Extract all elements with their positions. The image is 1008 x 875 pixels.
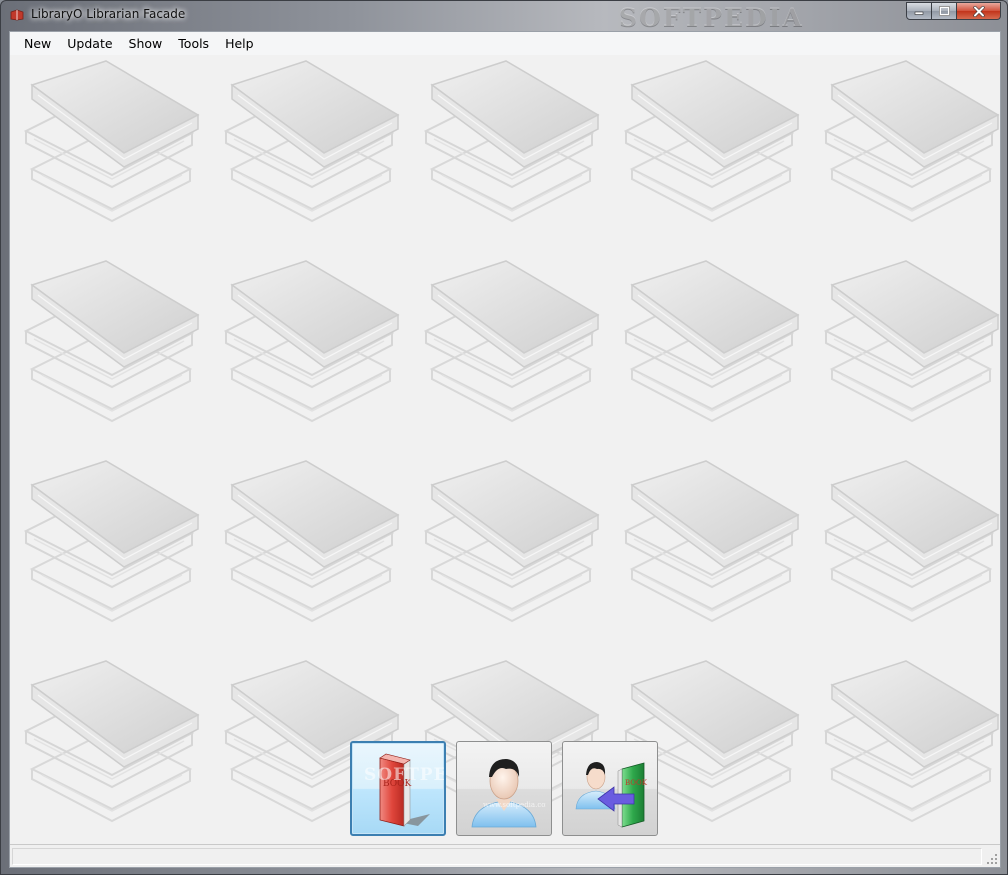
book-stack-icon [222, 59, 404, 225]
members-button[interactable]: www.softpedia.com [456, 741, 552, 836]
book-stack-icon [822, 459, 1000, 625]
user-icon: www.softpedia.com [471, 758, 546, 827]
book-stack-icon [622, 459, 804, 625]
background-pattern [10, 55, 1000, 845]
book-stack-icon [822, 659, 1000, 825]
overlay-watermark: SOFTPEDIA [364, 765, 446, 785]
book-stack-icon [22, 659, 204, 825]
status-bar [10, 844, 1000, 867]
book-stack-icon [22, 259, 204, 425]
return-book-icon: BOOK [575, 761, 648, 828]
close-icon [972, 5, 985, 17]
close-button[interactable] [957, 2, 1001, 20]
book-stack-icon [622, 59, 804, 225]
svg-text:www.softpedia.com: www.softpedia.com [483, 801, 546, 809]
softpedia-watermark: SOFTPEDIA [619, 3, 804, 32]
books-button[interactable]: BOOK SOFTPEDIA [350, 741, 446, 836]
minimize-button[interactable] [906, 2, 932, 20]
menu-show[interactable]: Show [121, 33, 171, 54]
window-controls [906, 2, 1001, 22]
client-area: New Update Show Tools Help BOOK SOFTPE w… [9, 31, 1001, 868]
maximize-button[interactable] [932, 2, 957, 20]
title-bar[interactable]: LibraryO Librarian Facade SOFTPEDIA [1, 1, 1007, 32]
minimize-icon [914, 11, 924, 15]
menu-help[interactable]: Help [217, 33, 262, 54]
book-stack-icon [822, 259, 1000, 425]
book-stack-icon [622, 259, 804, 425]
book-stack-icon [222, 459, 404, 625]
menu-bar: New Update Show Tools Help [10, 32, 1000, 55]
book-stack-icon [422, 59, 604, 225]
maximize-icon [938, 6, 950, 16]
book-stack-icon [222, 259, 404, 425]
status-panel [12, 848, 982, 865]
menu-update[interactable]: Update [59, 33, 120, 54]
resize-grip-icon[interactable] [986, 853, 998, 865]
svg-text:BOOK: BOOK [625, 779, 648, 787]
book-stack-icon [422, 459, 604, 625]
app-window: LibraryO Librarian Facade SOFTPEDIA New … [0, 0, 1008, 875]
menu-new[interactable]: New [16, 33, 59, 54]
book-stack-icon [22, 459, 204, 625]
book-stack-icon [822, 59, 1000, 225]
book-icon: BOOK [379, 753, 430, 827]
window-title: LibraryO Librarian Facade [31, 7, 186, 21]
app-logo-icon [10, 9, 24, 21]
book-stack-icon [422, 259, 604, 425]
menu-tools[interactable]: Tools [170, 33, 217, 54]
return-book-button[interactable]: BOOK [562, 741, 658, 836]
book-stack-icon [22, 59, 204, 225]
